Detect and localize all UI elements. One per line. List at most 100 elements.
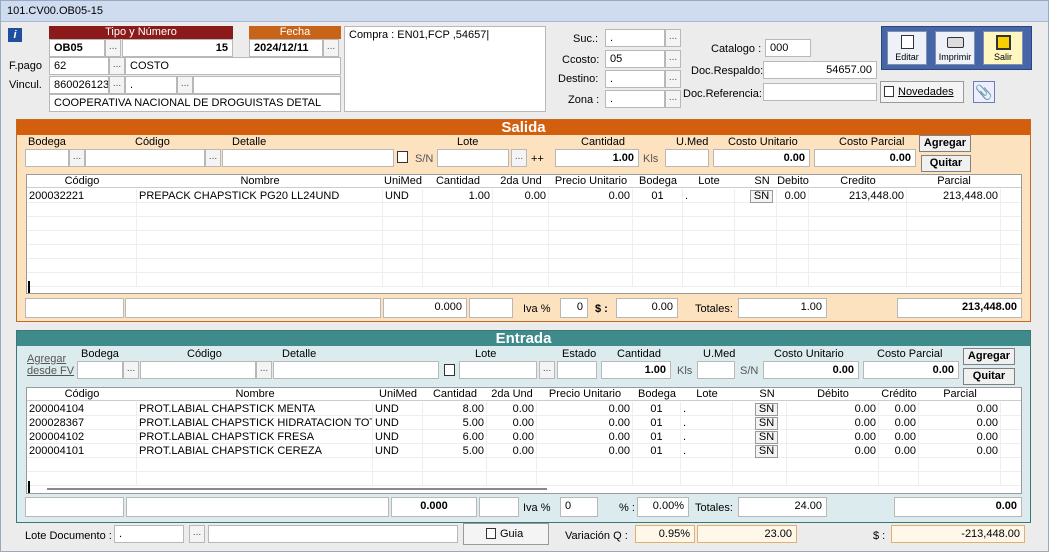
table-row[interactable] <box>27 217 1021 231</box>
salida-col-segunda-und[interactable]: 2da Und <box>493 175 549 187</box>
lote-documento-lookup[interactable]: ... <box>189 525 205 543</box>
novedades-button[interactable]: Novedades <box>880 81 964 103</box>
entrada-estado-input[interactable] <box>557 361 597 379</box>
info-icon[interactable]: i <box>8 28 22 42</box>
guia-button[interactable]: Guia <box>463 523 549 545</box>
salida-col-lote[interactable]: Lote <box>683 175 735 187</box>
entrada-col-parcial[interactable]: Parcial <box>919 388 1001 400</box>
fpago-field[interactable]: 62 <box>49 57 109 75</box>
entrada-detalle-icon[interactable] <box>444 364 455 376</box>
entrada-detalle-input[interactable] <box>273 361 439 379</box>
entrada-lote-lookup[interactable]: ... <box>539 361 555 379</box>
table-row[interactable]: 200004101 PROT.LABIAL CHAPSTICK CEREZA UND… <box>27 444 1021 458</box>
table-row[interactable]: 200028367 PROT.LABIAL CHAPSTICK HIDRATACI… <box>27 416 1021 430</box>
salida-lote-lookup[interactable]: ... <box>511 149 527 167</box>
destino-field[interactable]: . <box>605 70 665 88</box>
entrada-col-debito[interactable]: Débito <box>787 388 879 400</box>
ccosto-lookup-button[interactable]: ... <box>665 50 681 68</box>
table-row[interactable] <box>27 245 1021 259</box>
table-row[interactable]: 200004104 PROT.LABIAL CHAPSTICK MENTA UND 8… <box>27 402 1021 416</box>
entrada-lote-input[interactable] <box>459 361 537 379</box>
salir-button[interactable]: Salir <box>983 31 1023 65</box>
entrada-cantidad-input[interactable]: 1.00 <box>601 361 671 379</box>
salida-plus-label[interactable]: ++ <box>531 153 544 165</box>
salida-col-sn[interactable]: SN <box>747 175 777 187</box>
salida-detalle-input[interactable] <box>222 149 394 167</box>
entrada-col-credito[interactable]: Crédito <box>879 388 919 400</box>
vincul-extra-field[interactable]: . <box>125 76 177 94</box>
table-row[interactable]: 200004102 PROT.LABIAL CHAPSTICK FRESA UND 6… <box>27 430 1021 444</box>
destino-lookup-button[interactable]: ... <box>665 70 681 88</box>
table-row[interactable] <box>27 231 1021 245</box>
suc-field[interactable]: . <box>605 29 665 47</box>
salida-codigo-lookup[interactable]: ... <box>205 149 221 167</box>
salida-col-codigo[interactable]: Código <box>27 175 137 187</box>
table-row[interactable] <box>27 273 1021 287</box>
entrada-col-unimed[interactable]: UniMed <box>373 388 423 400</box>
entrada-col-sn[interactable]: SN <box>747 388 787 400</box>
imprimir-button[interactable]: Imprimir <box>935 31 975 65</box>
salida-col-cantidad[interactable]: Cantidad <box>423 175 493 187</box>
vincul-extra-lookup-button[interactable]: ... <box>177 76 193 94</box>
fecha-field[interactable]: 2024/12/11 <box>249 39 323 57</box>
salida-col-debito[interactable]: Debito <box>777 175 809 187</box>
entrada-bodega-lookup[interactable]: ... <box>123 361 139 379</box>
doc-referencia-field[interactable] <box>763 83 877 101</box>
zona-field[interactable]: . <box>605 90 665 108</box>
vincul-lookup-button[interactable]: ... <box>109 76 125 94</box>
salida-umed-input[interactable] <box>665 149 709 167</box>
salida-col-nombre[interactable]: Nombre <box>137 175 383 187</box>
salida-col-bodega[interactable]: Bodega <box>633 175 683 187</box>
salida-detalle-icon[interactable] <box>397 151 408 163</box>
salida-cantidad-input[interactable]: 1.00 <box>555 149 639 167</box>
entrada-codigo-lookup[interactable]: ... <box>256 361 272 379</box>
zona-lookup-button[interactable]: ... <box>665 90 681 108</box>
editar-button[interactable]: Editar <box>887 31 927 65</box>
salida-quitar-button[interactable]: Quitar <box>921 155 971 172</box>
salida-codigo-input[interactable] <box>85 149 205 167</box>
catalogo-field[interactable]: 000 <box>765 39 811 57</box>
table-row[interactable] <box>27 203 1021 217</box>
sn-button[interactable]: SN <box>754 417 779 430</box>
sn-button[interactable]: SN <box>749 190 774 203</box>
entrada-quitar-button[interactable]: Quitar <box>963 368 1015 385</box>
table-row[interactable] <box>27 458 1021 472</box>
entrada-costo-parcial-input[interactable]: 0.00 <box>863 361 959 379</box>
lote-documento-field[interactable]: . <box>114 525 184 543</box>
entrada-iva-field[interactable]: 0 <box>560 497 598 517</box>
entrada-col-nombre[interactable]: Nombre <box>137 388 373 400</box>
salida-iva-field[interactable]: 0 <box>560 298 588 318</box>
salida-bodega-lookup[interactable]: ... <box>69 149 85 167</box>
entrada-col-precio-unitario[interactable]: Precio Unitario <box>537 388 633 400</box>
salida-costo-unitario-input[interactable]: 0.00 <box>713 149 810 167</box>
entrada-hscroll-thumb[interactable] <box>47 488 547 490</box>
vincul-field[interactable]: 860026123 <box>49 76 109 94</box>
salida-col-unimed[interactable]: UniMed <box>383 175 423 187</box>
entrada-col-lote[interactable]: Lote <box>681 388 733 400</box>
entrada-codigo-input[interactable] <box>140 361 256 379</box>
suc-lookup-button[interactable]: ... <box>665 29 681 47</box>
entrada-costo-unitario-input[interactable]: 0.00 <box>763 361 859 379</box>
tipo-field[interactable]: OB05 <box>49 39 105 57</box>
tipo-lookup-button[interactable]: ... <box>105 39 121 57</box>
entrada-agregar-fv-link[interactable]: Agregar desde FV <box>27 353 75 377</box>
table-row[interactable] <box>27 472 1021 486</box>
ccosto-field[interactable]: 05 <box>605 50 665 68</box>
attach-button[interactable]: 📎 <box>973 81 995 103</box>
table-row[interactable]: 200032221 PREPACK CHAPSTICK PG20 LL24UND U… <box>27 189 1021 203</box>
sn-button[interactable]: SN <box>754 431 779 444</box>
entrada-agregar-button[interactable]: Agregar <box>963 348 1015 365</box>
salida-col-precio-unitario[interactable]: Precio Unitario <box>549 175 633 187</box>
numero-field[interactable]: 15 <box>122 39 233 57</box>
fecha-picker-button[interactable]: ... <box>323 39 339 57</box>
salida-lote-input[interactable] <box>437 149 509 167</box>
vincul-extra2-field[interactable] <box>193 76 341 94</box>
entrada-col-cantidad[interactable]: Cantidad <box>423 388 487 400</box>
sn-button[interactable]: SN <box>754 445 779 458</box>
doc-respaldo-field[interactable]: 54657.00 <box>763 61 877 79</box>
entrada-umed-input[interactable] <box>697 361 735 379</box>
entrada-col-segunda-und[interactable]: 2da Und <box>487 388 537 400</box>
salida-col-credito[interactable]: Credito <box>809 175 907 187</box>
fpago-lookup-button[interactable]: ... <box>109 57 125 75</box>
salida-col-parcial[interactable]: Parcial <box>907 175 1001 187</box>
